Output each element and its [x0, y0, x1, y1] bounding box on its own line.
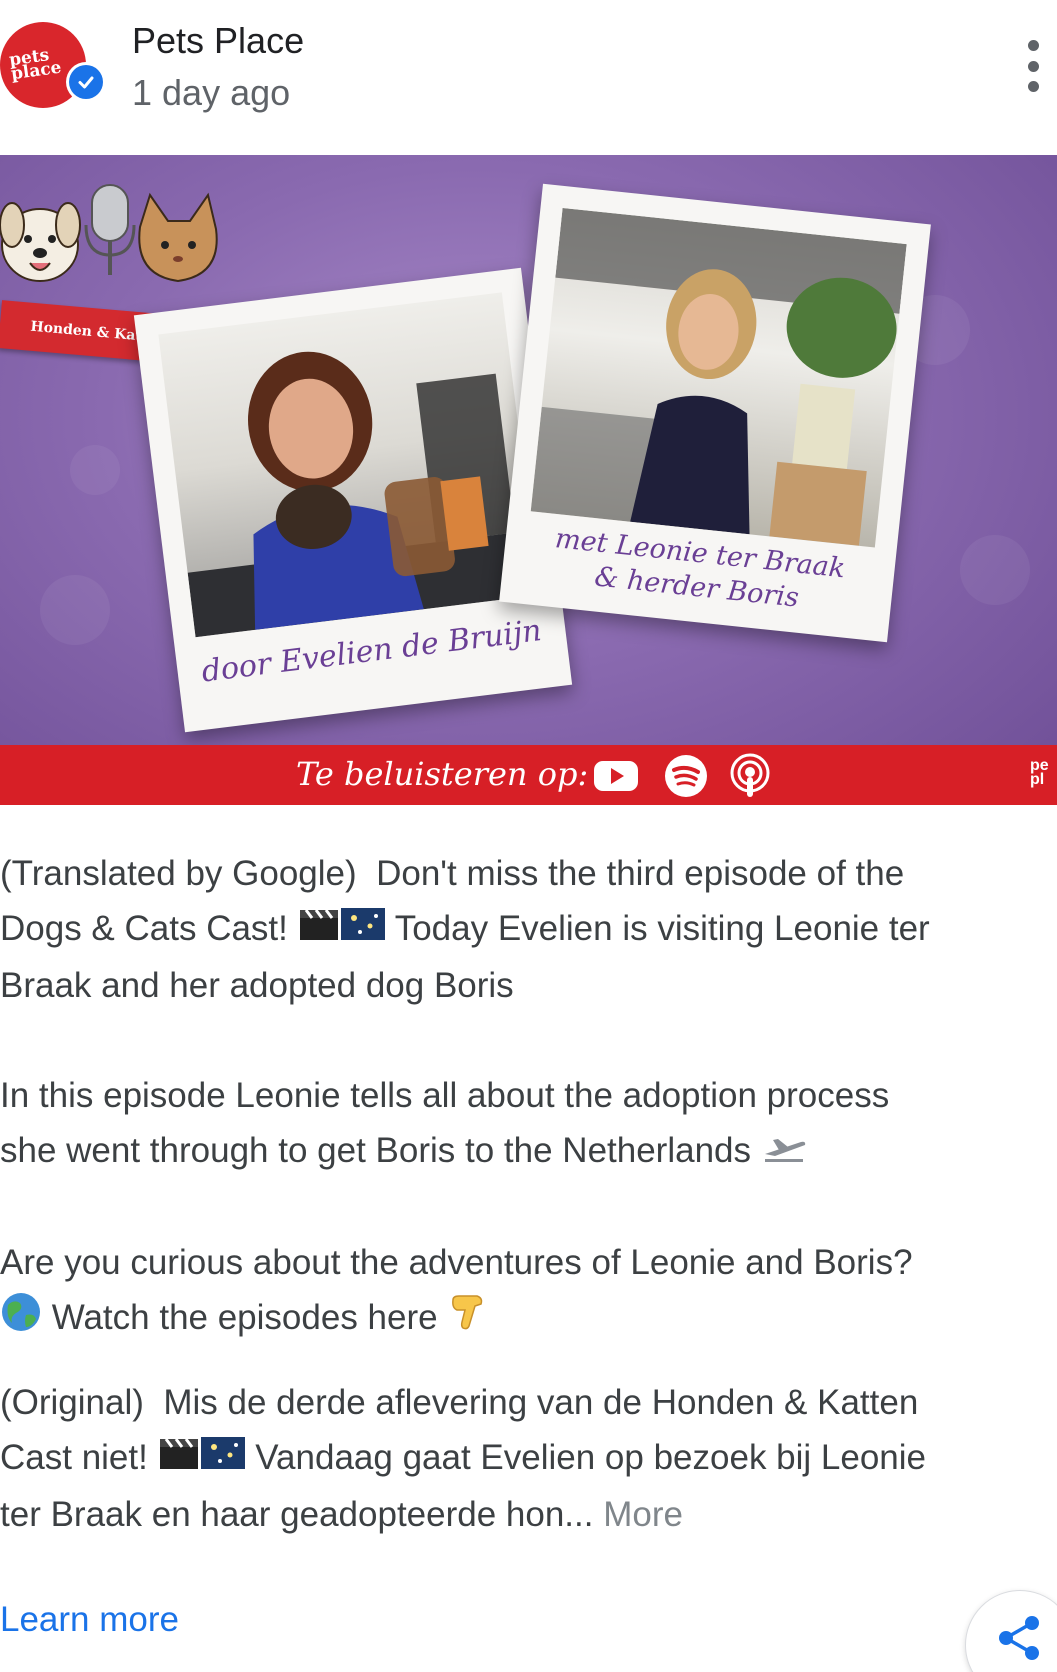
polaroid-guest: met Leonie ter Braak & herder Boris	[499, 183, 931, 643]
translated-paragraph-2: In this episode Leonie tells all about t…	[0, 1068, 1040, 1180]
more-options-icon[interactable]	[1020, 40, 1046, 92]
translated-paragraph-3: Are you curious about the adventures of …	[0, 1235, 1040, 1349]
airplane-departure-icon	[761, 1125, 807, 1180]
share-button[interactable]	[965, 1590, 1057, 1672]
more-link[interactable]: More	[603, 1495, 683, 1534]
author-name[interactable]: Pets Place	[132, 20, 304, 62]
clapper-board-icon	[158, 1432, 200, 1487]
share-icon	[999, 1616, 1039, 1660]
listen-label: Te beluisteren op:	[296, 755, 589, 793]
pointing-down-hand-icon	[447, 1292, 487, 1348]
corner-logo: pe pl	[1030, 757, 1049, 788]
host-photo	[158, 292, 539, 638]
dog-cat-mic-illustration-icon	[0, 184, 218, 283]
guest-photo	[530, 207, 907, 548]
verified-badge-icon	[66, 62, 106, 102]
youtube-icon	[594, 761, 638, 791]
post-image[interactable]: Honden & Katten Cast door Evelien de Bru…	[0, 155, 1057, 805]
night-stars-icon	[340, 903, 386, 958]
clapper-board-icon	[298, 903, 340, 958]
post-header: pets place Pets Place 1 day ago	[0, 0, 1057, 150]
globe-icon	[0, 1291, 42, 1349]
avatar-logo-text: pets place	[7, 45, 63, 85]
podcast-icon	[730, 753, 770, 797]
post-timestamp: 1 day ago	[132, 72, 291, 113]
original-paragraph: (Original) Mis de derde aflevering van d…	[0, 1383, 927, 1535]
translated-paragraph-1: (Translated by Google) Don't miss the th…	[0, 854, 930, 1006]
polaroid-host: door Evelien de Bruijn	[133, 267, 573, 733]
spotify-icon	[665, 755, 707, 797]
night-stars-icon	[200, 1432, 246, 1487]
learn-more-link[interactable]: Learn more	[0, 1600, 179, 1640]
listen-bar: Te beluisteren op: pe pl	[0, 745, 1057, 805]
